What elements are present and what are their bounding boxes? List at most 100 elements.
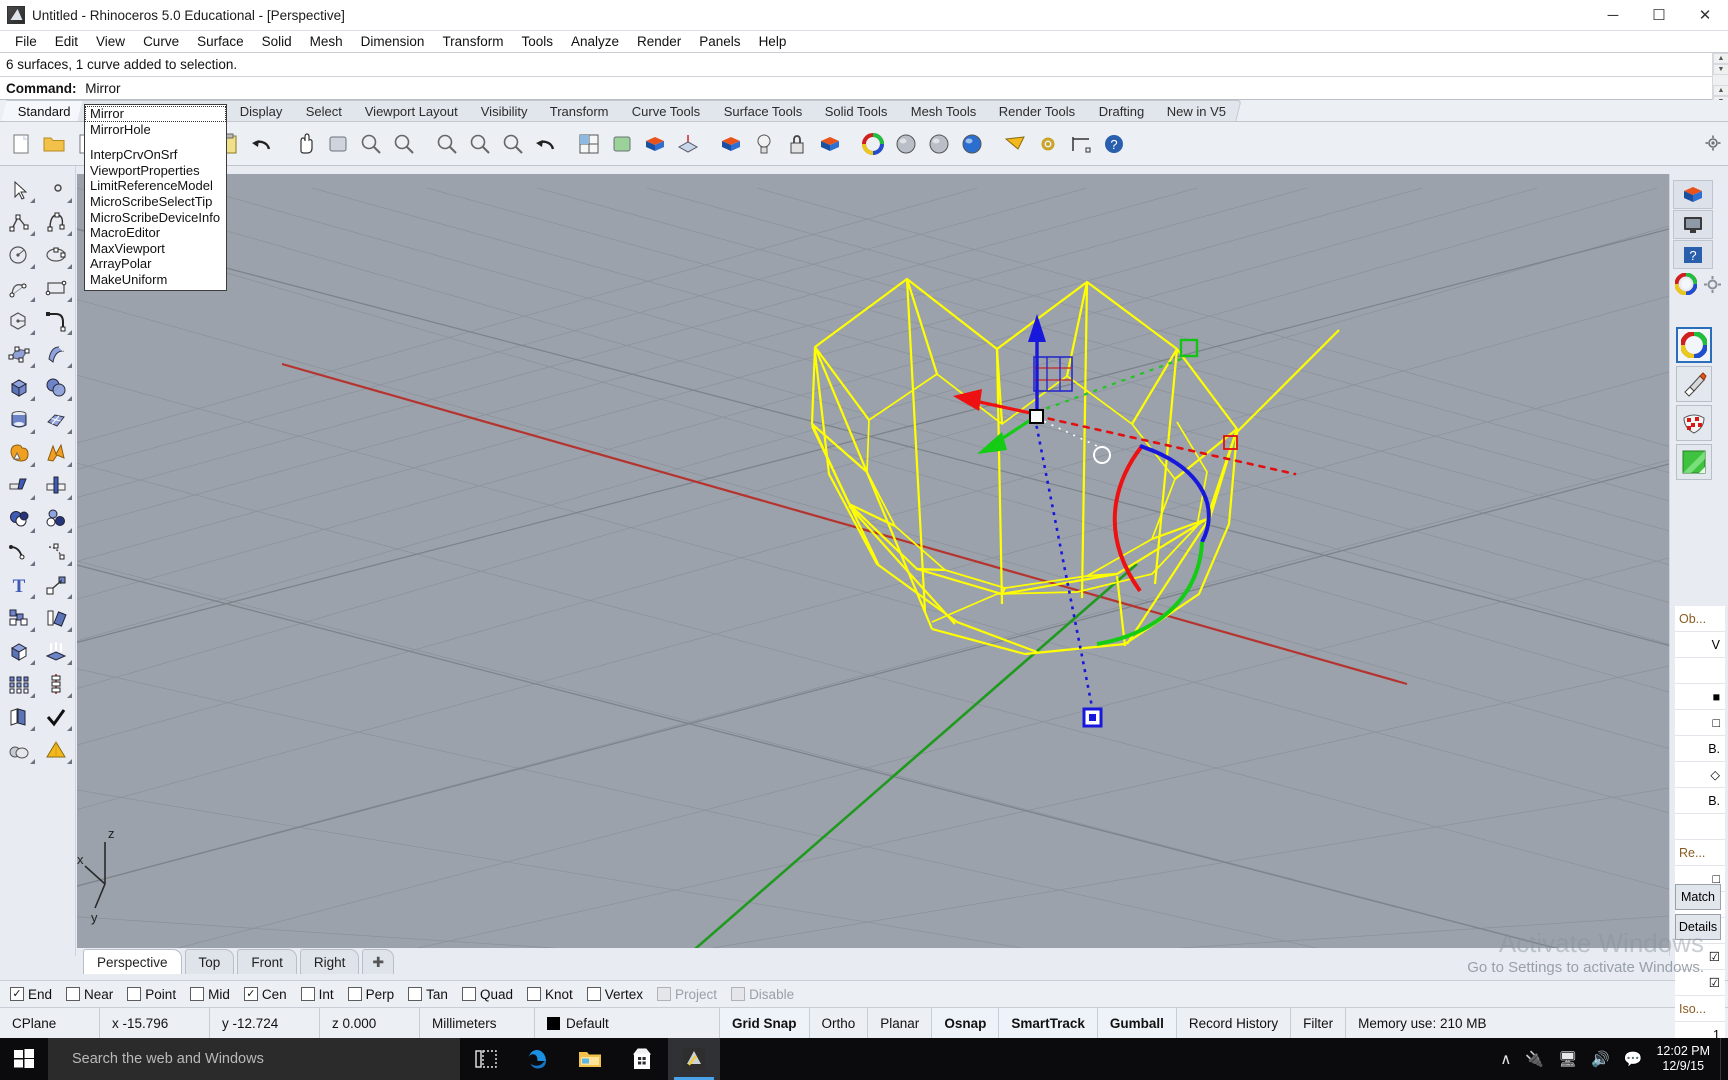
curve-control-points-icon[interactable]	[38, 205, 76, 238]
status-toggle-gumball[interactable]: Gumball	[1097, 1008, 1177, 1038]
autocomplete-item-limitreferencemodel[interactable]: LimitReferenceModel	[85, 178, 226, 194]
property-row[interactable]: ☑	[1675, 944, 1725, 970]
property-group-header[interactable]: Ob...	[1675, 606, 1725, 632]
flyout-arrow-icon[interactable]	[29, 495, 35, 500]
menu-item-file[interactable]: File	[6, 32, 46, 51]
flyout-arrow-icon[interactable]	[29, 594, 35, 599]
osnap-checkbox-disable[interactable]	[731, 987, 746, 1001]
flyout-arrow-icon[interactable]	[29, 627, 35, 632]
flyout-arrow-icon[interactable]	[67, 693, 72, 698]
osnap-perp[interactable]: Perp	[347, 987, 394, 1002]
flyout-arrow-icon[interactable]	[67, 594, 72, 599]
command-input-value[interactable]: Mirror	[85, 81, 120, 96]
zoom-extents-icon[interactable]	[465, 129, 495, 159]
show-hidden-icons-chevron[interactable]: ∧	[1500, 1050, 1511, 1068]
undo-icon[interactable]	[247, 129, 277, 159]
flyout-arrow-icon[interactable]	[29, 396, 35, 401]
status-units[interactable]: Millimeters	[420, 1008, 535, 1038]
action-center-icon[interactable]: 💬	[1624, 1050, 1643, 1068]
property-row[interactable]: ■	[1675, 684, 1725, 710]
environment-icon[interactable]	[1676, 444, 1712, 480]
texture-icon[interactable]	[1676, 405, 1712, 441]
autocomplete-item-microscribedeviceinfo[interactable]: MicroScribeDeviceInfo	[85, 210, 226, 226]
flyout-arrow-icon[interactable]	[67, 462, 72, 467]
polygon-icon[interactable]	[0, 304, 38, 337]
flyout-arrow-icon[interactable]	[67, 330, 72, 335]
toolbar-tab-transform[interactable]: Transform	[533, 100, 625, 121]
toolbar-tab-solid-tools[interactable]: Solid Tools	[808, 100, 904, 121]
osnap-tan[interactable]: Tan	[408, 987, 448, 1002]
flyout-arrow-icon[interactable]	[29, 759, 35, 764]
rotate-view-icon[interactable]	[323, 129, 353, 159]
viewport-tab-top[interactable]: Top	[184, 949, 235, 974]
toolbar-tab-drafting[interactable]: Drafting	[1082, 100, 1160, 121]
osnap-checkbox-end[interactable]: ✓	[10, 987, 24, 1001]
trim-icon[interactable]	[0, 469, 38, 502]
file-explorer-icon[interactable]	[564, 1038, 616, 1080]
fillet-edge-icon[interactable]	[0, 535, 38, 568]
mirror-icon[interactable]	[38, 601, 76, 634]
array-along-curve-icon[interactable]	[38, 667, 76, 700]
circle-icon[interactable]	[0, 238, 38, 271]
zoom-selected-icon[interactable]	[498, 129, 528, 159]
viewport-tab-front[interactable]: Front	[237, 949, 297, 974]
flyout-arrow-icon[interactable]	[67, 363, 72, 368]
toolbar-tab-mesh-tools[interactable]: Mesh Tools	[894, 100, 992, 121]
toolbar-tab-select[interactable]: Select	[288, 100, 358, 121]
four-view-icon[interactable]	[574, 129, 604, 159]
show-desktop-button[interactable]	[1720, 1038, 1728, 1080]
panel-tab-materials[interactable]	[1673, 271, 1699, 297]
cap-icon[interactable]	[0, 634, 38, 667]
ghosted-sphere-icon[interactable]	[924, 129, 954, 159]
osnap-int[interactable]: Int	[300, 987, 334, 1002]
undo-view-icon[interactable]	[531, 129, 561, 159]
flyout-arrow-icon[interactable]	[67, 297, 72, 302]
autocomplete-item-viewportproperties[interactable]: ViewportProperties	[85, 163, 226, 179]
flyout-arrow-icon[interactable]	[67, 396, 72, 401]
zoom-out-icon[interactable]	[389, 129, 419, 159]
flyout-arrow-icon[interactable]	[29, 561, 35, 566]
toolbar-tab-surface-tools[interactable]: Surface Tools	[707, 100, 818, 121]
material-color-wheel-icon[interactable]	[1676, 327, 1712, 363]
flyout-arrow-icon[interactable]	[67, 528, 72, 533]
surface-loft-icon[interactable]	[38, 337, 76, 370]
flyout-arrow-icon[interactable]	[29, 297, 35, 302]
osnap-checkbox-knot[interactable]	[526, 987, 541, 1001]
network-icon[interactable]: 🖥	[1558, 1050, 1577, 1068]
render-preview-icon[interactable]	[607, 129, 637, 159]
osnap-near[interactable]: Near	[66, 987, 113, 1002]
check-icon[interactable]	[38, 700, 76, 733]
ellipse-icon[interactable]	[38, 238, 76, 271]
menu-item-curve[interactable]: Curve	[134, 32, 188, 51]
minimize-button[interactable]: ─	[1590, 0, 1636, 31]
property-group-header[interactable]: Re...	[1675, 840, 1725, 866]
osnap-checkbox-vertex[interactable]	[586, 987, 601, 1001]
flyout-arrow-icon[interactable]	[67, 759, 72, 764]
panel-tab-settings-gear-icon[interactable]	[1699, 271, 1725, 297]
property-row[interactable]: V	[1675, 632, 1725, 658]
osnap-checkbox-cen[interactable]: ✓	[243, 987, 258, 1001]
menu-item-solid[interactable]: Solid	[253, 32, 301, 51]
point-icon[interactable]	[38, 172, 76, 205]
viewport-canvas[interactable]: z x y	[77, 174, 1669, 956]
light-icon[interactable]	[749, 129, 779, 159]
array-icon[interactable]	[0, 601, 38, 634]
viewport-tab-perspective[interactable]: Perspective	[83, 949, 182, 974]
autocomplete-item-arraypolar[interactable]: ArrayPolar	[85, 256, 226, 272]
osnap-disable[interactable]: Disable	[731, 987, 794, 1002]
menu-item-edit[interactable]: Edit	[46, 32, 87, 51]
flyout-arrow-icon[interactable]	[67, 495, 72, 500]
surface-control-points-icon[interactable]	[0, 337, 38, 370]
panel-tab-layers[interactable]	[1673, 180, 1713, 209]
arc-icon[interactable]	[0, 271, 38, 304]
panel-tab-display[interactable]	[1673, 210, 1713, 239]
command-scroll-down[interactable]: ▼	[1713, 64, 1728, 75]
toolbar-tab-standard[interactable]: Standard	[1, 100, 87, 121]
blend-curve-icon[interactable]	[38, 535, 76, 568]
flyout-arrow-icon[interactable]	[29, 429, 35, 434]
property-row[interactable]: ☑	[1675, 970, 1725, 996]
property-row[interactable]	[1675, 658, 1725, 684]
status-layer[interactable]: Default	[535, 1008, 720, 1038]
flyout-arrow-icon[interactable]	[29, 693, 35, 698]
rendered-sphere-icon[interactable]	[957, 129, 987, 159]
